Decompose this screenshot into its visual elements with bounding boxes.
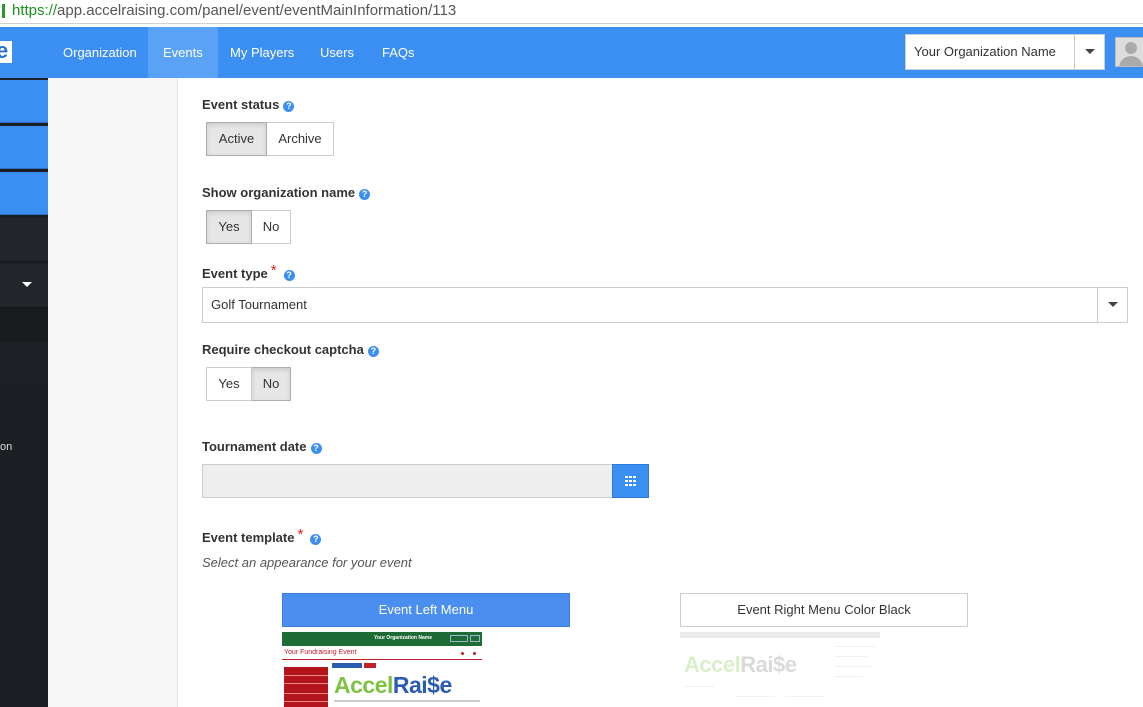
sidebar-item-4[interactable] bbox=[0, 218, 48, 262]
event-status-toggle: Active Archive bbox=[206, 122, 334, 156]
app-window: https://app.accelraising.com/panel/event… bbox=[0, 0, 1143, 707]
preview-divider bbox=[282, 659, 482, 660]
preview-header bbox=[680, 632, 880, 638]
preview-badge bbox=[364, 663, 376, 668]
event-type-select-value: Golf Tournament bbox=[211, 297, 307, 312]
sidebar: on bbox=[0, 78, 48, 707]
help-icon[interactable]: ? bbox=[359, 189, 371, 200]
event-main-form: Event status? Active Archive Show organi… bbox=[179, 78, 1143, 707]
preview-text-line bbox=[835, 646, 875, 647]
nav-users[interactable]: Users bbox=[305, 27, 369, 78]
chevron-down-icon[interactable] bbox=[1074, 35, 1104, 69]
event-type-label: Event type *? bbox=[202, 262, 295, 281]
show-org-name-toggle: Yes No bbox=[206, 210, 291, 244]
template-left-menu-button[interactable]: Event Left Menu bbox=[282, 593, 570, 627]
organization-select[interactable]: Your Organization Name bbox=[905, 34, 1105, 70]
chevron-down-icon bbox=[22, 282, 32, 287]
brand-logo[interactable]: e bbox=[0, 41, 12, 63]
left-gutter bbox=[48, 78, 178, 707]
preview-header: Your Organization Name bbox=[282, 632, 482, 646]
event-template-hint: Select an appearance for your event bbox=[202, 555, 412, 570]
preview-logo-part-a: Accel bbox=[684, 652, 741, 677]
require-captcha-label-text: Require checkout captcha bbox=[202, 342, 364, 357]
help-icon[interactable]: ? bbox=[310, 534, 322, 545]
preview-dot bbox=[473, 652, 476, 655]
nav-events[interactable]: Events bbox=[148, 27, 218, 78]
preview-logo: AccelRai$e bbox=[334, 672, 452, 699]
require-captcha-no-button[interactable]: No bbox=[252, 367, 291, 401]
calendar-button[interactable] bbox=[612, 464, 649, 498]
tournament-date-label: Tournament date? bbox=[202, 439, 322, 454]
address-url[interactable]: https://app.accelraising.com/panel/event… bbox=[12, 2, 456, 19]
required-marker: * bbox=[270, 262, 277, 279]
event-template-label: Event template *? bbox=[202, 526, 322, 545]
calendar-icon bbox=[625, 476, 637, 486]
preview-text-line bbox=[835, 656, 867, 657]
preview-logo: AccelRai$e bbox=[684, 652, 797, 678]
show-org-name-yes-button[interactable]: Yes bbox=[206, 210, 252, 244]
require-captcha-label: Require checkout captcha? bbox=[202, 342, 379, 357]
template-right-menu-preview[interactable]: AccelRai$e bbox=[680, 632, 880, 707]
event-type-label-text: Event type bbox=[202, 266, 268, 281]
sidebar-item-1[interactable] bbox=[0, 80, 48, 123]
nav-my-players[interactable]: My Players bbox=[215, 27, 309, 78]
sidebar-partial-label[interactable]: on bbox=[0, 441, 12, 453]
organization-select-value: Your Organization Name bbox=[914, 44, 1056, 59]
require-captcha-yes-button[interactable]: Yes bbox=[206, 367, 252, 401]
top-navigation-bar: e Organization Events My Players Users F… bbox=[0, 27, 1143, 78]
user-avatar[interactable] bbox=[1115, 37, 1143, 67]
url-path: app.accelraising.com/panel/event/eventMa… bbox=[57, 2, 457, 19]
help-icon[interactable]: ? bbox=[367, 346, 379, 357]
preview-page-title: Your Fundraising Event bbox=[284, 649, 357, 656]
preview-text-line bbox=[735, 696, 775, 697]
help-icon[interactable]: ? bbox=[310, 443, 322, 454]
sidebar-item-2[interactable] bbox=[0, 126, 48, 169]
sidebar-item-3[interactable] bbox=[0, 172, 48, 215]
event-status-label-text: Event status bbox=[202, 97, 280, 112]
sidebar-subitem-2[interactable] bbox=[0, 343, 48, 377]
preview-header-box bbox=[450, 635, 468, 642]
tournament-date-label-text: Tournament date bbox=[202, 439, 307, 454]
event-template-label-text: Event template bbox=[202, 530, 295, 545]
event-status-active-button[interactable]: Active bbox=[206, 122, 267, 156]
preview-dot bbox=[461, 652, 464, 655]
nav-organization[interactable]: Organization bbox=[48, 27, 152, 78]
template-right-menu-black-button[interactable]: Event Right Menu Color Black bbox=[680, 593, 968, 627]
browser-address-bar[interactable]: https://app.accelraising.com/panel/event… bbox=[0, 0, 1143, 24]
preview-logo-part-b: Rai$e bbox=[392, 672, 452, 698]
url-protocol: https:// bbox=[12, 2, 58, 19]
show-org-name-label: Show organization name? bbox=[202, 185, 371, 200]
template-left-menu-preview[interactable]: Your Organization Name Your Fundraising … bbox=[282, 632, 482, 707]
event-status-label: Event status? bbox=[202, 97, 295, 112]
help-icon[interactable]: ? bbox=[283, 270, 295, 281]
preview-logo-part-b: Rai$e bbox=[740, 652, 797, 677]
preview-badge bbox=[332, 663, 362, 668]
show-org-name-label-text: Show organization name bbox=[202, 185, 356, 200]
event-type-select[interactable]: Golf Tournament bbox=[202, 287, 1128, 323]
preview-text-line bbox=[835, 676, 863, 677]
require-captcha-toggle: Yes No bbox=[206, 367, 291, 401]
event-status-archive-button[interactable]: Archive bbox=[267, 122, 334, 156]
sidebar-subitem-1[interactable] bbox=[0, 308, 48, 342]
preview-text-line bbox=[684, 686, 714, 687]
show-org-name-no-button[interactable]: No bbox=[252, 210, 291, 244]
preview-text-line bbox=[334, 700, 480, 702]
required-marker: * bbox=[297, 526, 304, 543]
secure-lock-icon bbox=[2, 4, 5, 18]
preview-side-menu bbox=[284, 667, 328, 707]
nav-faqs[interactable]: FAQs bbox=[367, 27, 430, 78]
preview-header-box bbox=[470, 635, 480, 642]
sidebar-item-expandable[interactable] bbox=[0, 264, 48, 308]
preview-text-line bbox=[785, 696, 825, 697]
chevron-down-icon[interactable] bbox=[1097, 288, 1127, 322]
brand-letter: e bbox=[0, 41, 9, 63]
preview-text-line bbox=[835, 666, 871, 667]
tournament-date-input[interactable] bbox=[202, 464, 613, 498]
preview-logo-part-a: Accel bbox=[334, 672, 393, 698]
help-icon[interactable]: ? bbox=[283, 101, 295, 112]
preview-header-title: Your Organization Name bbox=[374, 635, 432, 641]
